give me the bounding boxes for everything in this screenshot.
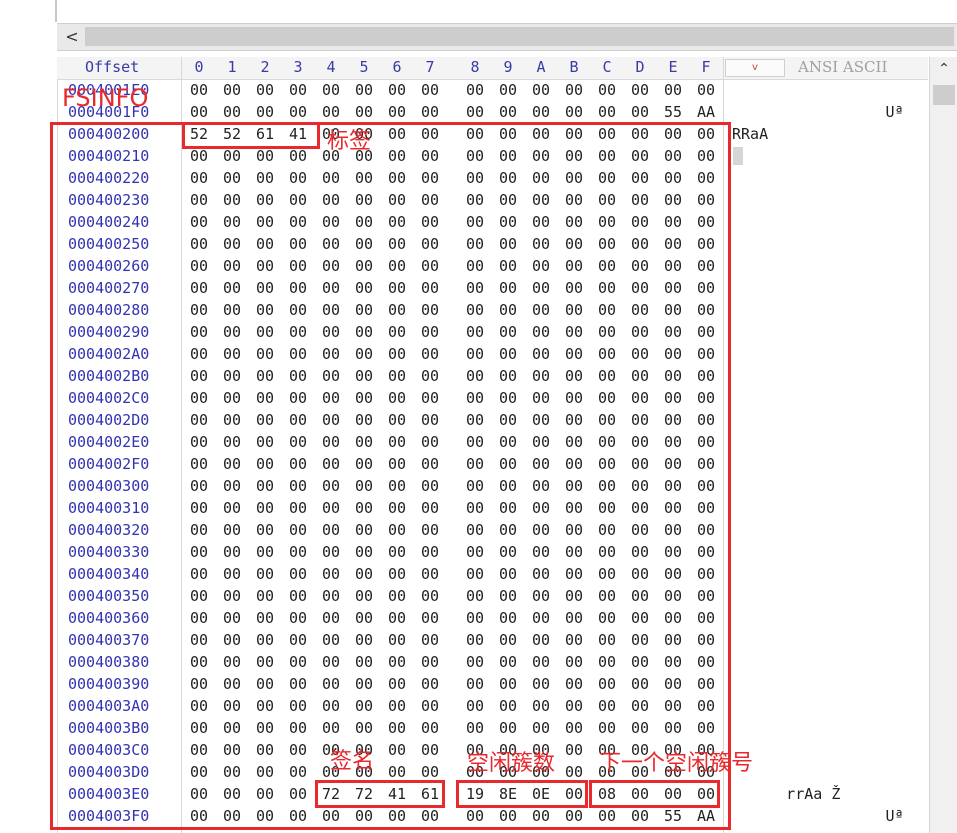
hex-byte[interactable]: 00 <box>464 103 486 121</box>
column-header: 4 <box>326 58 336 76</box>
vertical-scroll-thumb[interactable] <box>933 85 955 105</box>
hex-byte[interactable]: 00 <box>662 81 684 99</box>
hex-byte[interactable]: 00 <box>497 103 519 121</box>
hex-byte[interactable]: 00 <box>497 81 519 99</box>
hex-byte[interactable]: 00 <box>386 81 408 99</box>
column-header: 6 <box>392 58 402 76</box>
hex-byte[interactable]: 00 <box>419 81 441 99</box>
column-header: 8 <box>470 58 480 76</box>
hex-byte[interactable]: 00 <box>695 81 717 99</box>
panel-divider <box>55 0 57 22</box>
hex-byte[interactable]: 00 <box>254 103 276 121</box>
hex-byte[interactable]: 00 <box>353 81 375 99</box>
scroll-left-icon[interactable]: < <box>61 26 83 48</box>
hex-byte[interactable]: 00 <box>353 103 375 121</box>
column-header: B <box>569 58 579 76</box>
hex-byte[interactable]: 00 <box>563 103 585 121</box>
horizontal-scroll-thumb[interactable] <box>85 27 954 46</box>
hex-byte[interactable]: 00 <box>629 103 651 121</box>
column-header: 3 <box>293 58 303 76</box>
charset-label: ANSI ASCII <box>798 58 888 76</box>
hex-header: Offset 0 1 2 3 4 5 6 7 8 9 A B C D E F v ANSI ASCII <box>57 57 928 80</box>
free-clusters-annotation: 空闲簇数 <box>467 751 556 776</box>
hex-byte[interactable]: 00 <box>320 103 342 121</box>
hex-row: 0004001E0 00 00 00 00 00 00 00 00 00 00 00 00 00 00 00 0… <box>57 79 928 101</box>
column-header: 2 <box>260 58 270 76</box>
next-free-cluster-bytes-box <box>589 780 720 808</box>
next-free-cluster-annotation: 下一个空闲簇号 <box>599 751 754 776</box>
charset-dropdown[interactable]: v <box>725 59 785 77</box>
column-header: 7 <box>425 58 435 76</box>
scroll-up-icon[interactable]: ⌃ <box>930 61 957 81</box>
column-header: A <box>536 58 546 76</box>
hex-byte[interactable]: 00 <box>386 103 408 121</box>
hex-byte[interactable]: 00 <box>563 81 585 99</box>
hex-byte[interactable]: AA <box>695 103 717 121</box>
hex-byte[interactable]: 00 <box>188 103 210 121</box>
column-header: D <box>635 58 645 76</box>
hex-byte[interactable]: 00 <box>596 103 618 121</box>
column-header: 0 <box>194 58 204 76</box>
hex-byte[interactable]: 00 <box>530 81 552 99</box>
hex-byte[interactable]: 00 <box>287 103 309 121</box>
hex-byte[interactable]: 00 <box>188 81 210 99</box>
ascii-text[interactable]: RRaA <box>732 125 768 143</box>
tag-bytes-box <box>182 122 320 149</box>
column-header: 9 <box>503 58 513 76</box>
hex-byte[interactable]: 00 <box>596 81 618 99</box>
tag-annotation: 标签 <box>327 129 372 154</box>
horizontal-scrollbar[interactable]: < <box>57 23 957 51</box>
ascii-text[interactable]: Uª <box>732 103 904 121</box>
text-cursor <box>733 147 743 165</box>
hex-row: 0004001F0 00 00 00 00 00 00 00 00 00 00 00 00 00 00 55 A… <box>57 101 928 123</box>
signature-annotation: 签名 <box>330 749 375 774</box>
offset-header: Offset <box>85 58 140 76</box>
hex-byte[interactable]: 00 <box>287 81 309 99</box>
ascii-text[interactable]: rrAa Ž <box>732 785 840 803</box>
fsinfo-annotation: FSINFO <box>62 84 149 112</box>
column-header: E <box>668 58 678 76</box>
hex-byte[interactable]: 00 <box>419 103 441 121</box>
column-header: 1 <box>227 58 237 76</box>
hex-byte[interactable]: 00 <box>221 81 243 99</box>
signature-bytes-box <box>315 780 445 808</box>
hex-byte[interactable]: 00 <box>464 81 486 99</box>
hex-byte[interactable]: 00 <box>629 81 651 99</box>
hex-byte[interactable]: 55 <box>662 103 684 121</box>
hex-byte[interactable]: 00 <box>320 81 342 99</box>
top-area <box>0 0 957 22</box>
sector-highlight-box <box>50 122 731 830</box>
hex-byte[interactable]: 00 <box>530 103 552 121</box>
vertical-scrollbar[interactable]: ⌃ <box>929 57 957 833</box>
hex-byte[interactable]: 00 <box>254 81 276 99</box>
hex-byte[interactable]: 00 <box>221 103 243 121</box>
column-header: 5 <box>359 58 369 76</box>
free-clusters-bytes-box <box>456 780 588 808</box>
ascii-text[interactable]: Uª <box>732 807 904 825</box>
column-header: C <box>602 58 612 76</box>
column-header: F <box>701 58 711 76</box>
